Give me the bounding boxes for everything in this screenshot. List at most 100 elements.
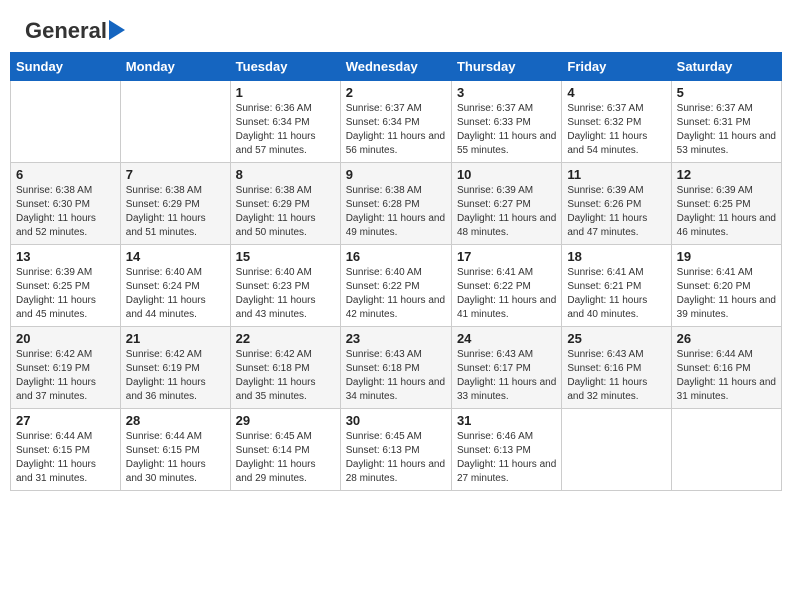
day-info: Sunrise: 6:43 AM Sunset: 6:18 PM Dayligh… [346,348,446,404]
calendar-day-header: Wednesday [340,53,451,81]
day-info: Sunrise: 6:37 AM Sunset: 6:34 PM Dayligh… [346,102,446,158]
day-info: Sunrise: 6:39 AM Sunset: 6:26 PM Dayligh… [567,184,665,240]
calendar-cell: 22Sunrise: 6:42 AM Sunset: 6:18 PM Dayli… [230,327,340,409]
day-info: Sunrise: 6:44 AM Sunset: 6:16 PM Dayligh… [677,348,776,404]
calendar-week-row: 20 Sunrise: 6:42 AM Sunset: 6:19 PM Dayli… [11,327,782,409]
day-number: 8 [236,167,335,182]
calendar-cell: 11 Sunrise: 6:39 AM Sunset: 6:26 PM Dayli… [562,163,671,245]
calendar-cell: 15Sunrise: 6:40 AM Sunset: 6:23 PM Dayli… [230,245,340,327]
day-info: Sunrise: 6:37 AM Sunset: 6:31 PM Dayligh… [677,102,776,158]
calendar-day-header: Thursday [451,53,561,81]
day-number: 11 [567,167,665,182]
day-number: 13 [16,249,115,264]
calendar-cell: 3 Sunrise: 6:37 AM Sunset: 6:33 PM Daylig… [451,81,561,163]
calendar-cell: 4 Sunrise: 6:37 AM Sunset: 6:32 PM Daylig… [562,81,671,163]
calendar-cell: 26Sunrise: 6:44 AM Sunset: 6:16 PM Dayli… [671,327,781,409]
day-info: Sunrise: 6:43 AM Sunset: 6:16 PM Dayligh… [567,348,665,404]
day-number: 4 [567,85,665,100]
calendar-cell: 10 Sunrise: 6:39 AM Sunset: 6:27 PM Dayli… [451,163,561,245]
calendar-cell: 2 Sunrise: 6:37 AM Sunset: 6:34 PM Daylig… [340,81,451,163]
calendar-week-row: 1Sunrise: 6:36 AM Sunset: 6:34 PM Daylig… [11,81,782,163]
day-info: Sunrise: 6:41 AM Sunset: 6:20 PM Dayligh… [677,266,776,322]
day-number: 31 [457,413,556,428]
calendar-week-row: 27 Sunrise: 6:44 AM Sunset: 6:15 PM Dayli… [11,409,782,491]
calendar-cell: 19 Sunrise: 6:41 AM Sunset: 6:20 PM Dayli… [671,245,781,327]
calendar-cell: 31 Sunrise: 6:46 AM Sunset: 6:13 PM Dayli… [451,409,561,491]
day-info: Sunrise: 6:38 AM Sunset: 6:29 PM Dayligh… [236,184,335,240]
day-info: Sunrise: 6:44 AM Sunset: 6:15 PM Dayligh… [126,430,225,486]
calendar-cell: 16Sunrise: 6:40 AM Sunset: 6:22 PM Dayli… [340,245,451,327]
calendar-cell [562,409,671,491]
day-number: 14 [126,249,225,264]
day-number: 27 [16,413,115,428]
calendar-header-row: SundayMondayTuesdayWednesdayThursdayFrid… [11,53,782,81]
day-info: Sunrise: 6:38 AM Sunset: 6:29 PM Dayligh… [126,184,225,240]
calendar-week-row: 6 Sunrise: 6:38 AM Sunset: 6:30 PM Daylig… [11,163,782,245]
day-info: Sunrise: 6:46 AM Sunset: 6:13 PM Dayligh… [457,430,556,486]
day-info: Sunrise: 6:39 AM Sunset: 6:25 PM Dayligh… [16,266,115,322]
day-number: 1 [236,85,335,100]
calendar-cell: 29 Sunrise: 6:45 AM Sunset: 6:14 PM Dayli… [230,409,340,491]
calendar-cell: 23 Sunrise: 6:43 AM Sunset: 6:18 PM Dayli… [340,327,451,409]
logo-text: General [25,20,107,42]
calendar-cell: 18 Sunrise: 6:41 AM Sunset: 6:21 PM Dayli… [562,245,671,327]
day-number: 2 [346,85,446,100]
calendar-week-row: 13 Sunrise: 6:39 AM Sunset: 6:25 PM Dayli… [11,245,782,327]
day-info: Sunrise: 6:40 AM Sunset: 6:24 PM Dayligh… [126,266,225,322]
day-number: 3 [457,85,556,100]
day-info: Sunrise: 6:38 AM Sunset: 6:28 PM Dayligh… [346,184,446,240]
day-info: Sunrise: 6:45 AM Sunset: 6:13 PM Dayligh… [346,430,446,486]
day-number: 6 [16,167,115,182]
calendar-cell: 24Sunrise: 6:43 AM Sunset: 6:17 PM Dayli… [451,327,561,409]
day-number: 21 [126,331,225,346]
day-number: 30 [346,413,446,428]
calendar-day-header: Sunday [11,53,121,81]
calendar-cell: 6 Sunrise: 6:38 AM Sunset: 6:30 PM Daylig… [11,163,121,245]
calendar-cell: 5Sunrise: 6:37 AM Sunset: 6:31 PM Daylig… [671,81,781,163]
day-info: Sunrise: 6:37 AM Sunset: 6:33 PM Dayligh… [457,102,556,158]
calendar-cell [120,81,230,163]
day-number: 19 [677,249,776,264]
day-info: Sunrise: 6:42 AM Sunset: 6:19 PM Dayligh… [16,348,115,404]
day-info: Sunrise: 6:41 AM Sunset: 6:21 PM Dayligh… [567,266,665,322]
calendar-cell: 17Sunrise: 6:41 AM Sunset: 6:22 PM Dayli… [451,245,561,327]
calendar-cell: 7 Sunrise: 6:38 AM Sunset: 6:29 PM Daylig… [120,163,230,245]
calendar-cell: 25 Sunrise: 6:43 AM Sunset: 6:16 PM Dayli… [562,327,671,409]
day-info: Sunrise: 6:39 AM Sunset: 6:27 PM Dayligh… [457,184,556,240]
logo: General [25,20,125,42]
day-info: Sunrise: 6:44 AM Sunset: 6:15 PM Dayligh… [16,430,115,486]
day-number: 18 [567,249,665,264]
calendar-cell: 13 Sunrise: 6:39 AM Sunset: 6:25 PM Dayli… [11,245,121,327]
day-number: 20 [16,331,115,346]
day-info: Sunrise: 6:43 AM Sunset: 6:17 PM Dayligh… [457,348,556,404]
day-info: Sunrise: 6:40 AM Sunset: 6:22 PM Dayligh… [346,266,446,322]
calendar-cell: 9 Sunrise: 6:38 AM Sunset: 6:28 PM Daylig… [340,163,451,245]
calendar-cell: 20 Sunrise: 6:42 AM Sunset: 6:19 PM Dayli… [11,327,121,409]
day-number: 29 [236,413,335,428]
calendar-cell: 30 Sunrise: 6:45 AM Sunset: 6:13 PM Dayli… [340,409,451,491]
calendar-day-header: Tuesday [230,53,340,81]
day-number: 10 [457,167,556,182]
day-info: Sunrise: 6:42 AM Sunset: 6:19 PM Dayligh… [126,348,225,404]
day-number: 23 [346,331,446,346]
calendar-cell: 21 Sunrise: 6:42 AM Sunset: 6:19 PM Dayli… [120,327,230,409]
day-info: Sunrise: 6:41 AM Sunset: 6:22 PM Dayligh… [457,266,556,322]
day-info: Sunrise: 6:38 AM Sunset: 6:30 PM Dayligh… [16,184,115,240]
calendar-cell: 8 Sunrise: 6:38 AM Sunset: 6:29 PM Daylig… [230,163,340,245]
day-number: 28 [126,413,225,428]
day-info: Sunrise: 6:39 AM Sunset: 6:25 PM Dayligh… [677,184,776,240]
calendar-table: SundayMondayTuesdayWednesdayThursdayFrid… [10,52,782,491]
day-number: 25 [567,331,665,346]
day-number: 9 [346,167,446,182]
day-info: Sunrise: 6:42 AM Sunset: 6:18 PM Dayligh… [236,348,335,404]
calendar-cell: 27 Sunrise: 6:44 AM Sunset: 6:15 PM Dayli… [11,409,121,491]
calendar-day-header: Friday [562,53,671,81]
calendar-cell: 28 Sunrise: 6:44 AM Sunset: 6:15 PM Dayli… [120,409,230,491]
day-info: Sunrise: 6:37 AM Sunset: 6:32 PM Dayligh… [567,102,665,158]
logo-triangle-icon [109,20,125,40]
day-info: Sunrise: 6:45 AM Sunset: 6:14 PM Dayligh… [236,430,335,486]
calendar-cell: 12Sunrise: 6:39 AM Sunset: 6:25 PM Dayli… [671,163,781,245]
day-number: 15 [236,249,335,264]
day-number: 7 [126,167,225,182]
page-header: General [10,10,782,47]
